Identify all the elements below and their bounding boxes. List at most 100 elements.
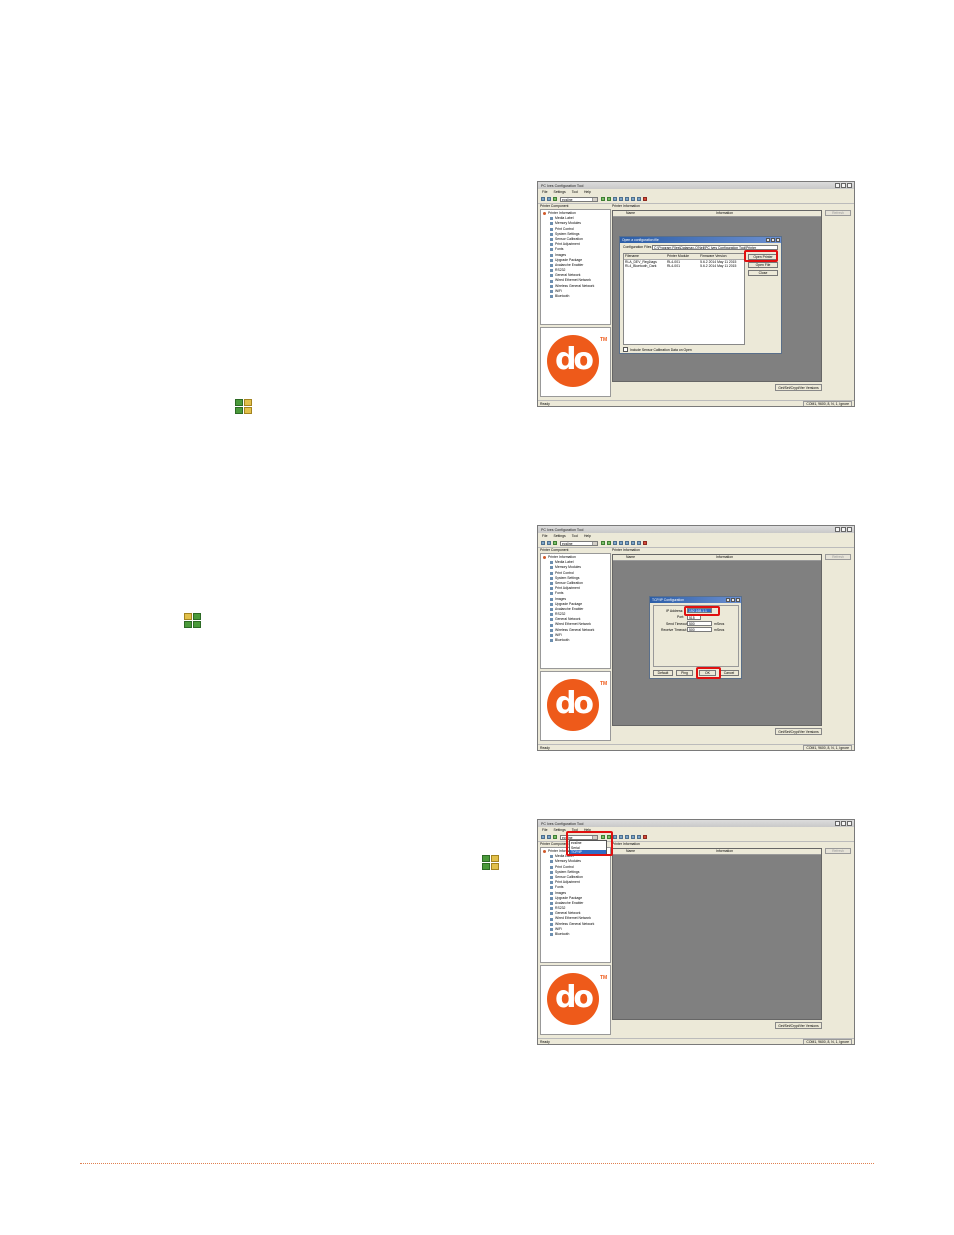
receive-timeout-input[interactable]: 500 (687, 627, 712, 632)
screenshot-tcpip-config: PC Ives Configuration Tool File Settings… (537, 525, 855, 751)
close-button[interactable] (847, 527, 852, 532)
col-printer-module: Printer Module (666, 254, 690, 258)
print-icon[interactable] (631, 835, 635, 839)
left-pane: Printer Component Printer Information Me… (540, 548, 611, 741)
dialog-title: TCP/IP Configuration (650, 597, 741, 603)
close-button[interactable]: Close (748, 270, 778, 276)
close-button[interactable] (847, 183, 852, 188)
logo-mark: do (554, 342, 594, 377)
settings-icon[interactable] (637, 835, 641, 839)
screenshot-connection-dropdown: PC Ives Configuration Tool File Settings… (537, 819, 855, 1045)
menu-help[interactable]: Help (584, 534, 591, 538)
maximize-button[interactable] (841, 821, 846, 826)
receive-timeout-unit: mSecs (714, 628, 725, 632)
upload-icon[interactable] (619, 541, 623, 545)
default-button[interactable]: Default (653, 670, 673, 676)
open-file-button[interactable]: Open File (748, 262, 778, 268)
stop-icon[interactable] (643, 197, 647, 201)
refresh-button[interactable]: Refresh (825, 848, 851, 854)
dialog-close-button[interactable] (736, 598, 740, 602)
stop-icon[interactable] (643, 541, 647, 545)
new-icon[interactable] (541, 541, 545, 545)
logo-trademark: TM (600, 975, 608, 981)
save-icon[interactable] (547, 835, 551, 839)
menu-help[interactable]: Help (584, 190, 591, 194)
col-name: Name (626, 849, 636, 853)
connect-icon[interactable] (553, 197, 557, 201)
window-controls (835, 821, 852, 826)
refresh-icon[interactable] (613, 835, 617, 839)
new-icon[interactable] (541, 197, 545, 201)
refresh-button[interactable]: Refresh (825, 554, 851, 560)
menu-tool[interactable]: Tool (572, 534, 578, 538)
read-icon[interactable] (601, 197, 605, 201)
info-table-header: Name Information (613, 211, 821, 217)
write-icon[interactable] (607, 197, 611, 201)
menu-settings[interactable]: Settings (553, 534, 565, 538)
checkbox-box[interactable] (623, 347, 628, 352)
toolbar: ecsline (538, 539, 854, 548)
menu-file[interactable]: File (542, 190, 547, 194)
firmware-versions-button[interactable]: Get/Set/Crypt/Ver Versions (775, 384, 822, 391)
right-pane: Printer Information Name Information Get/… (612, 842, 853, 1029)
dialog-maximize-button[interactable] (771, 238, 775, 242)
save-icon[interactable] (547, 197, 551, 201)
menu-file[interactable]: File (542, 828, 547, 832)
tree-item[interactable]: Bluetooth (543, 638, 608, 643)
tree-item[interactable]: Bluetooth (543, 932, 608, 937)
settings-icon[interactable] (637, 541, 641, 545)
download-icon[interactable] (625, 835, 629, 839)
dialog-close-button[interactable] (776, 238, 780, 242)
ip-label: IP Address: (666, 609, 684, 613)
ping-button[interactable]: Ping (676, 670, 693, 676)
print-icon[interactable] (631, 541, 635, 545)
download-icon[interactable] (625, 197, 629, 201)
read-icon[interactable] (601, 541, 605, 545)
minimize-button[interactable] (835, 527, 840, 532)
col-firmware: Firmware Version (700, 254, 727, 258)
maximize-button[interactable] (841, 527, 846, 532)
status-text: Ready (540, 401, 550, 406)
tree-item[interactable]: Bluetooth (543, 294, 608, 299)
dialog-maximize-button[interactable] (731, 598, 735, 602)
stop-icon[interactable] (643, 835, 647, 839)
maximize-button[interactable] (841, 183, 846, 188)
firmware-versions-button[interactable]: Get/Set/Crypt/Ver Versions (775, 728, 822, 735)
write-icon[interactable] (607, 541, 611, 545)
table-row[interactable]: RL4_Bluetooth_Dark RL4-001 5.6.2 2014 May … (624, 264, 744, 269)
send-timeout-input[interactable]: 500 (687, 621, 712, 626)
dialog-minimize-button[interactable] (726, 598, 730, 602)
refresh-icon[interactable] (613, 541, 617, 545)
refresh-button[interactable]: Refresh (825, 210, 851, 216)
print-icon[interactable] (631, 197, 635, 201)
new-icon[interactable] (541, 835, 545, 839)
logo-mark: do (554, 686, 594, 721)
connect-icon[interactable] (553, 541, 557, 545)
minimize-button[interactable] (835, 821, 840, 826)
upload-icon[interactable] (619, 835, 623, 839)
dialog-minimize-button[interactable] (766, 238, 770, 242)
save-icon[interactable] (547, 541, 551, 545)
refresh-icon[interactable] (613, 197, 617, 201)
connect-icon[interactable] (553, 835, 557, 839)
connection-combo[interactable]: ecsline (560, 540, 598, 546)
dialog-title: Open a configuration file (620, 237, 781, 243)
firmware-versions-button[interactable]: Get/Set/Crypt/Ver Versions (775, 1022, 822, 1029)
status-text: Ready (540, 745, 550, 750)
minimize-button[interactable] (835, 183, 840, 188)
logo-trademark: TM (600, 681, 608, 687)
connection-combo[interactable]: ecsline (560, 196, 598, 202)
cancel-button[interactable]: Cancel (719, 670, 739, 676)
menu-settings[interactable]: Settings (553, 190, 565, 194)
menu-file[interactable]: File (542, 534, 547, 538)
menu-settings[interactable]: Settings (553, 828, 565, 832)
download-icon[interactable] (625, 541, 629, 545)
close-button[interactable] (847, 821, 852, 826)
upload-icon[interactable] (619, 197, 623, 201)
menu-tool[interactable]: Tool (572, 190, 578, 194)
component-tree: Printer Information Media Label Memory M… (540, 847, 611, 963)
sensor-calibration-checkbox[interactable]: Include Sensor Calibration Data on Open (623, 347, 692, 352)
settings-icon[interactable] (637, 197, 641, 201)
status-bar: Ready COM1, 9600, 8, N, 1, Ignore (538, 1038, 854, 1044)
port-status: COM1, 9600, 8, N, 1, Ignore (803, 1038, 852, 1044)
